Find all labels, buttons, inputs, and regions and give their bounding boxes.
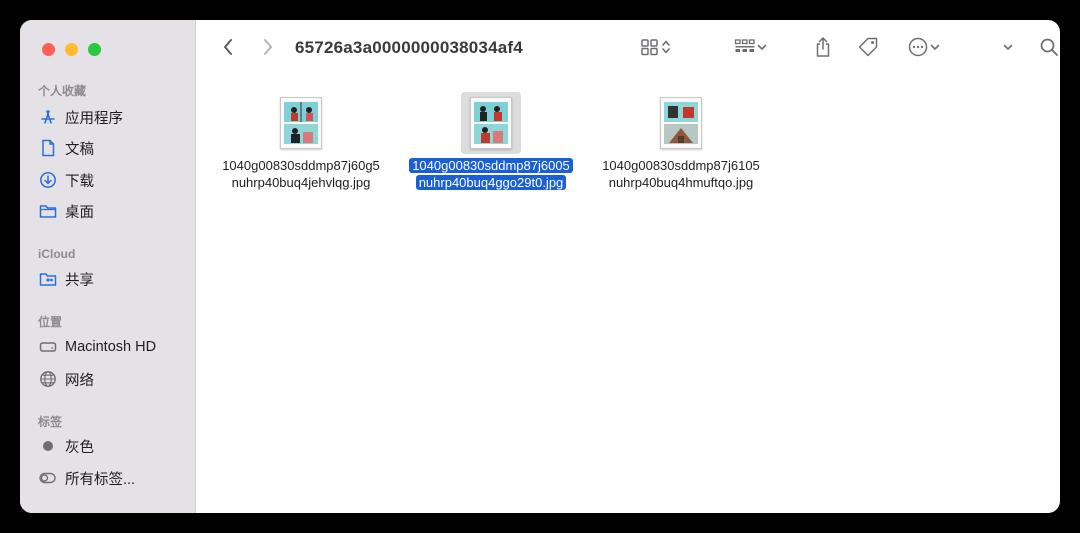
share-button[interactable] <box>811 36 835 62</box>
file-name-line-1: 1040g00830sddmp87j6105 <box>602 158 760 173</box>
sidebar-item-label: Macintosh HD <box>65 339 157 355</box>
file-item[interactable]: 1040g00830sddmp87j6105 nuhrp40buq4hmuftq… <box>586 92 776 191</box>
sidebar-item-label: 所有标签... <box>65 471 136 488</box>
globe-icon <box>38 369 58 389</box>
sidebar-item-downloads[interactable]: 下载 <box>38 167 188 193</box>
share-icon <box>814 36 832 63</box>
sidebar-item-network[interactable]: 网络 <box>38 366 188 392</box>
file-name-line-2: nuhrp40buq4jehvlqg.jpg <box>231 175 371 190</box>
sidebar-item-all-tags[interactable]: 所有标签... <box>38 465 188 491</box>
sidebar-item-label: 灰色 <box>65 439 94 456</box>
file-item[interactable]: 1040g00830sddmp87j60g5 nuhrp40buq4jehvlq… <box>206 92 396 191</box>
chevron-right-icon <box>262 38 274 61</box>
sidebar-item-label: 网络 <box>65 372 94 389</box>
disk-icon <box>38 337 58 357</box>
search-icon <box>1039 37 1059 62</box>
download-icon <box>38 170 58 190</box>
ellipsis-circle-icon <box>907 36 929 63</box>
toolbar: 65726a3a0000000038034af4 <box>195 20 1060 80</box>
sidebar-item-label: 文稿 <box>65 141 94 158</box>
file-name-line-1: 1040g00830sddmp87j6005 <box>409 158 573 173</box>
file-name-line-2: nuhrp40buq4ggo29t0.jpg <box>415 175 567 190</box>
sidebar-item-documents[interactable]: 文稿 <box>38 135 188 161</box>
file-thumbnail <box>271 92 331 154</box>
all-tags-icon <box>38 468 58 488</box>
sidebar-item-tag-gray[interactable]: 灰色 <box>38 433 188 459</box>
back-button[interactable] <box>217 36 239 62</box>
chevron-down-icon <box>929 40 941 58</box>
file-name: 1040g00830sddmp87j6005 nuhrp40buq4ggo29t… <box>396 157 586 191</box>
sidebar-item-label: 应用程序 <box>65 110 123 127</box>
tag-icon <box>857 36 879 63</box>
sidebar-item-label: 共享 <box>65 272 94 289</box>
sidebar-item-macintosh-hd[interactable]: Macintosh HD <box>38 334 188 360</box>
sidebar-item-shared[interactable]: 共享 <box>38 266 188 292</box>
more-actions-button[interactable] <box>903 36 945 62</box>
sidebar-item-applications[interactable]: 应用程序 <box>38 104 188 130</box>
document-icon <box>38 138 58 158</box>
chevron-down-icon <box>1002 40 1014 58</box>
tag-button[interactable] <box>855 36 881 62</box>
image-thumbnail-icon <box>660 97 702 149</box>
overflow-menu-button[interactable] <box>999 36 1017 62</box>
search-button[interactable] <box>1037 36 1060 62</box>
sidebar-header-locations: 位置 <box>38 315 63 329</box>
finder-window: 个人收藏 应用程序 文稿 下载 桌面 iCloud 共享 位置 Macintos… <box>20 20 1060 513</box>
file-thumbnail <box>651 92 711 154</box>
file-name-line-1: 1040g00830sddmp87j60g5 <box>222 158 380 173</box>
group-button[interactable] <box>729 36 773 62</box>
zoom-window-button[interactable] <box>88 43 101 56</box>
close-window-button[interactable] <box>42 43 55 56</box>
image-thumbnail-icon <box>280 97 322 149</box>
minimize-window-button[interactable] <box>65 43 78 56</box>
file-name: 1040g00830sddmp87j6105 nuhrp40buq4hmuftq… <box>586 157 776 191</box>
file-name-line-2: nuhrp40buq4hmuftqo.jpg <box>608 175 754 190</box>
sidebar-item-label: 桌面 <box>65 204 94 221</box>
sidebar-item-label: 下载 <box>65 173 94 190</box>
folder-icon <box>38 201 58 221</box>
chevron-down-icon <box>756 40 768 58</box>
file-thumbnail <box>461 92 521 154</box>
applications-icon <box>38 107 58 127</box>
sidebar-item-desktop[interactable]: 桌面 <box>38 198 188 224</box>
sidebar-header-favorites: 个人收藏 <box>38 84 87 98</box>
view-mode-button[interactable] <box>635 36 677 62</box>
sidebar: 个人收藏 应用程序 文稿 下载 桌面 iCloud 共享 位置 Macintos… <box>20 20 196 513</box>
file-grid: 1040g00830sddmp87j60g5 nuhrp40buq4jehvlq… <box>195 80 1060 513</box>
sidebar-header-tags: 标签 <box>38 415 63 429</box>
group-icon <box>734 38 756 61</box>
gray-tag-icon <box>38 436 58 456</box>
file-item-selected[interactable]: 1040g00830sddmp87j6005 nuhrp40buq4ggo29t… <box>396 92 586 191</box>
file-name: 1040g00830sddmp87j60g5 nuhrp40buq4jehvlq… <box>206 157 396 191</box>
forward-button[interactable] <box>257 36 279 62</box>
image-thumbnail-icon <box>470 97 512 149</box>
chevron-left-icon <box>222 38 234 61</box>
grid-view-icon <box>640 38 660 61</box>
window-title: 65726a3a0000000038034af4 <box>295 38 523 57</box>
shared-folder-icon <box>38 269 58 289</box>
sidebar-header-icloud: iCloud <box>38 247 76 261</box>
chevron-updown-icon <box>660 38 672 61</box>
